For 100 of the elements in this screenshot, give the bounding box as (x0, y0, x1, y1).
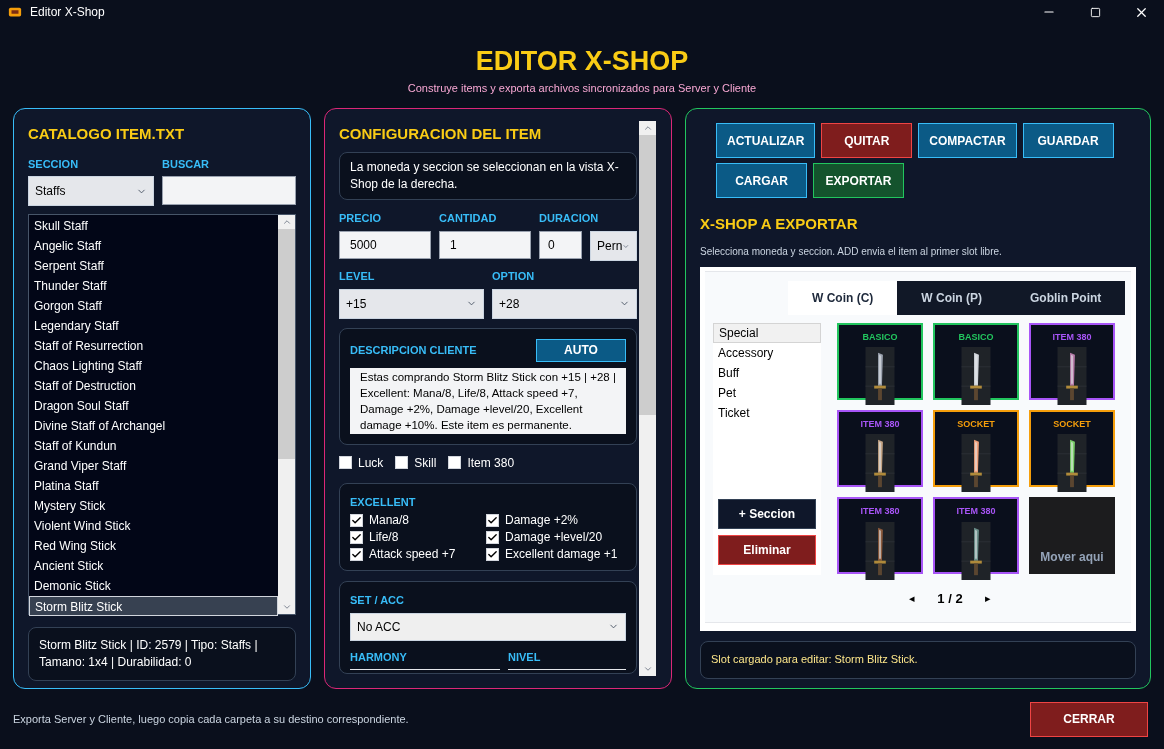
list-item[interactable]: Staff of Kundun (29, 436, 278, 456)
panel-heading: CONFIGURACION DEL ITEM (339, 124, 543, 144)
checkbox[interactable] (486, 530, 499, 544)
dropdown[interactable]: +28 (492, 288, 637, 319)
checkbox[interactable] (350, 547, 363, 561)
input-field[interactable]: 0 (539, 231, 582, 259)
list-item[interactable]: Skull Staff (29, 216, 278, 236)
description-field[interactable]: Estas comprando Storm Blitz Stick con +15 | +28 | Excellent: Mana/8, Life/8, Attack speed +7, Damage +2%, Damage +level/20, Excellent damage +10%. Este item es permanente. (350, 367, 626, 434)
section-item[interactable]: Accessory (713, 342, 821, 363)
checkbox[interactable] (486, 513, 499, 527)
check-icon (487, 514, 498, 526)
panel-description: Selecciona moneda y seccion. ADD envia el item al primer slot libre. (700, 244, 1003, 259)
dropdown[interactable]: +15 (339, 288, 484, 319)
checkbox-label: Life/8 (369, 529, 399, 545)
auto-button[interactable]: AUTO (536, 338, 626, 362)
next-page-button[interactable]: ▸ (984, 590, 991, 607)
checkbox-label: Item 380 (467, 454, 515, 471)
field-label: EXCELLENT (350, 494, 417, 510)
field-label: PRECIO (339, 210, 383, 226)
checkbox[interactable] (448, 456, 462, 469)
field-label: BUSCAR (162, 156, 211, 172)
field-label: DESCRIPCION CLIENTE (350, 342, 477, 358)
list-item[interactable]: Thunder Staff (29, 276, 278, 296)
currency-tab[interactable]: W Coin (C) (788, 280, 898, 315)
check-icon (487, 531, 498, 543)
checkbox[interactable] (339, 456, 352, 469)
slot-tag: SOCKET (1053, 417, 1091, 432)
section-item[interactable]: Ticket (713, 402, 821, 423)
checkbox-label: Luck (358, 454, 384, 471)
field-label: LEVEL (339, 269, 376, 284)
panel-heading: CATALOGO ITEM.TXT (28, 124, 186, 144)
field-label: NIVEL (508, 649, 542, 665)
list-item[interactable]: Serpent Staff (29, 256, 278, 276)
section-item[interactable]: Special (713, 322, 821, 343)
action-button[interactable]: ACTUALIZAR (716, 123, 816, 158)
slot-tag: ITEM 380 (956, 505, 996, 519)
slot-tag: ITEM 380 (860, 417, 900, 432)
list-item[interactable]: Storm Blitz Stick (29, 596, 278, 616)
checkbox-label: Attack speed +7 (369, 546, 456, 562)
input-field[interactable]: 5000 (339, 231, 431, 259)
footer-note: Exporta Server y Cliente, luego copia cada carpeta a su destino correspondiente. (13, 711, 409, 727)
check-icon (351, 548, 362, 560)
action-button[interactable]: COMPACTAR (918, 123, 1017, 158)
list-item[interactable]: Violent Wind Stick (29, 516, 278, 536)
field-label: CANTIDAD (439, 210, 498, 226)
list-item[interactable]: Angelic Staff (29, 236, 278, 256)
maximize-icon[interactable] (1089, 6, 1101, 18)
add-section-button[interactable]: + Seccion (718, 498, 816, 529)
slot-tag: SOCKET (957, 417, 995, 432)
slot-tag: ITEM 380 (860, 505, 900, 519)
list-item[interactable]: Legendary Staff (29, 316, 278, 336)
check-icon (487, 548, 498, 560)
panel-heading: X-SHOP A EXPORTAR (700, 214, 859, 234)
currency-tab[interactable]: W Coin (P) (897, 280, 1006, 315)
duration-dropdown[interactable]: Pern (590, 231, 637, 261)
app-title: EDITOR X-SHOP (475, 46, 689, 76)
action-button[interactable]: QUITAR (821, 123, 913, 158)
field-label: HARMONY (350, 649, 408, 665)
slot-tag: ITEM 380 (1052, 330, 1092, 344)
list-item[interactable]: Staff of Resurrection (29, 336, 278, 356)
section-item[interactable]: Buff (713, 362, 821, 383)
slot-tag: BASICO (862, 330, 898, 344)
list-item[interactable]: Dragon Soul Staff (29, 396, 278, 416)
input-field[interactable]: 1 (439, 231, 531, 259)
action-button[interactable]: GUARDAR (1022, 123, 1114, 158)
list-item[interactable]: Demonic Stick (29, 576, 278, 596)
list-item[interactable]: Mystery Stick (29, 496, 278, 516)
section-item[interactable]: Pet (713, 382, 821, 403)
checkbox[interactable] (395, 456, 409, 469)
page-indicator: 1 / 2 (937, 589, 963, 608)
search-field[interactable] (162, 176, 296, 205)
checkbox[interactable] (350, 530, 363, 544)
field-label: DURACION (539, 210, 600, 226)
acc-dropdown[interactable]: No ACC (350, 612, 626, 641)
slot-hint: Mover aqui (1040, 549, 1104, 567)
checkbox-label: Skill (414, 454, 437, 471)
checkbox-label: Excellent damage +1 (505, 546, 618, 562)
checkbox-label: Damage +level/20 (505, 529, 603, 545)
previous-page-button[interactable]: ◂ (909, 590, 916, 607)
empty-slot[interactable]: Mover aqui (1029, 497, 1115, 575)
close-window-button[interactable]: CERRAR (1030, 701, 1148, 737)
list-item[interactable]: Gorgon Staff (29, 296, 278, 316)
list-item[interactable]: Divine Staff of Archangel (29, 416, 278, 436)
section-dropdown[interactable]: Staffs (28, 176, 154, 206)
list-item[interactable]: Grand Viper Staff (29, 456, 278, 476)
list-item[interactable]: Chaos Lighting Staff (29, 356, 278, 376)
list-item[interactable]: Staff of Destruction (29, 376, 278, 396)
list-item[interactable]: Red Wing Stick (29, 536, 278, 556)
checkbox-label: Mana/8 (369, 512, 410, 528)
delete-button[interactable]: Eliminar (718, 534, 816, 565)
checkbox[interactable] (350, 513, 363, 527)
action-button[interactable]: CARGAR (716, 163, 807, 198)
checkbox[interactable] (486, 547, 499, 561)
currency-tab[interactable]: Goblin Point (1005, 280, 1126, 315)
list-item[interactable]: Ancient Stick (29, 556, 278, 576)
slot-tag: BASICO (958, 330, 994, 344)
list-item[interactable]: Platina Staff (29, 476, 278, 496)
item-info: Storm Blitz Stick | ID: 2579 | Tipo: Staffs | Tamano: 1x4 | Durabilidad: 0 (39, 637, 259, 671)
action-button[interactable]: EXPORTAR (813, 163, 904, 198)
app-icon (8, 5, 22, 19)
